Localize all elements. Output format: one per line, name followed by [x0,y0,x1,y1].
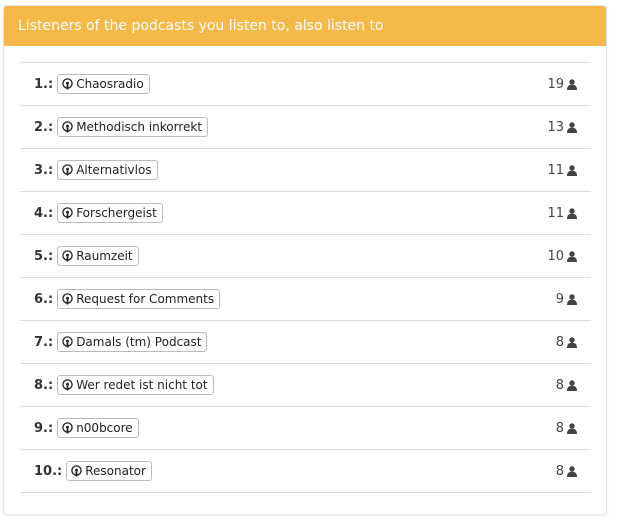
user-icon [567,465,577,477]
list-item: 8.: Wer redet ist nicht tot 8 [20,364,591,407]
user-icon [567,78,577,90]
rank-label: 9.: [34,420,54,436]
list-item: 5.: Raumzeit 10 [20,235,591,278]
user-icon [567,336,577,348]
listener-count: 11 [547,163,577,178]
podcast-link[interactable]: Wer redet ist nicht tot [57,375,214,395]
user-icon [567,164,577,176]
podcast-icon [62,250,73,262]
listener-count: 9 [556,292,577,307]
listener-count-value: 8 [555,377,564,393]
user-icon [567,207,577,219]
list-item: 6.: Request for Comments 9 [20,278,591,321]
podcast-link[interactable]: Chaosradio [57,74,150,94]
podcast-link[interactable]: Damals (tm) Podcast [57,332,208,352]
list-item: 9.: n00bcore 8 [20,407,591,450]
rank-label: 6.: [34,291,54,307]
podcast-icon [62,293,73,305]
podcast-link[interactable]: Forschergeist [57,203,163,223]
listener-count-value: 13 [547,119,564,135]
rank-label: 7.: [34,334,54,350]
rank-label: 3.: [34,162,54,178]
user-icon [567,121,577,133]
podcast-name: Methodisch inkorrekt [76,120,203,134]
user-icon [567,379,577,391]
podcast-name: Resonator [85,464,146,478]
podcast-icon [62,379,73,391]
podcast-icon [62,78,73,90]
list-item: 3.: Alternativlos 11 [20,149,591,192]
listener-count: 8 [556,335,577,350]
podcast-link[interactable]: Alternativlos [57,160,158,180]
listener-count: 19 [547,77,577,92]
user-icon [567,293,577,305]
podcast-icon [71,465,82,477]
rank-label: 5.: [34,248,54,264]
podcast-name: n00bcore [76,421,133,435]
listener-count: 13 [547,120,577,135]
rank-label: 8.: [34,377,54,393]
listener-count-value: 9 [555,291,564,307]
list-item: 7.: Damals (tm) Podcast 8 [20,321,591,364]
rank-label: 4.: [34,205,54,221]
listener-count-value: 8 [555,463,564,479]
recommendations-panel: Listeners of the podcasts you listen to,… [3,5,607,515]
podcast-name: Chaosradio [76,77,144,91]
listener-count: 10 [547,249,577,264]
podcast-icon [62,164,73,176]
podcast-name: Request for Comments [76,292,215,306]
listener-count-value: 11 [547,162,564,178]
listener-count: 8 [556,464,577,479]
listener-count: 8 [556,421,577,436]
podcast-icon [62,422,73,434]
user-icon [567,250,577,262]
listener-count-value: 11 [547,205,564,221]
podcast-icon [62,336,73,348]
podcast-link[interactable]: Request for Comments [57,289,221,309]
podcast-link[interactable]: Raumzeit [57,246,139,266]
listener-count-value: 19 [547,76,564,92]
podcast-name: Raumzeit [76,249,133,263]
panel-heading: Listeners of the podcasts you listen to,… [4,6,606,46]
listener-count-value: 10 [547,248,564,264]
list-item: 10.: Resonator 8 [20,450,591,493]
rank-label: 2.: [34,119,54,135]
podcast-name: Damals (tm) Podcast [76,335,202,349]
listener-count-value: 8 [555,420,564,436]
podcast-list: 1.: Chaosradio 19 2.: Methodisch inkorre… [20,62,591,493]
rank-label: 1.: [34,76,54,92]
listener-count: 8 [556,378,577,393]
podcast-icon [62,121,73,133]
list-item: 4.: Forschergeist 11 [20,192,591,235]
user-icon [567,422,577,434]
podcast-link[interactable]: Methodisch inkorrekt [57,117,209,137]
list-item: 1.: Chaosradio 19 [20,63,591,106]
rank-label: 10.: [34,463,63,479]
podcast-name: Alternativlos [76,163,152,177]
podcast-link[interactable]: Resonator [66,461,152,481]
list-item: 2.: Methodisch inkorrekt 13 [20,106,591,149]
podcast-name: Forschergeist [76,206,157,220]
podcast-link[interactable]: n00bcore [57,418,139,438]
listener-count-value: 8 [555,334,564,350]
listener-count: 11 [547,206,577,221]
podcast-icon [62,207,73,219]
podcast-name: Wer redet ist nicht tot [76,378,208,392]
